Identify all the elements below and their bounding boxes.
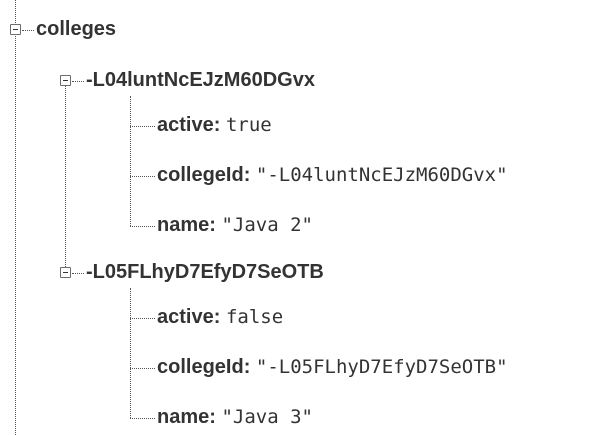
field-key: collegeId: [157,164,256,186]
field-key: name: [157,406,222,428]
tree-guide-line [65,80,66,267]
collapse-toggle-icon[interactable] [60,267,71,278]
node-key-colleges[interactable]: colleges [36,17,116,41]
field-key: collegeId: [157,356,256,378]
field-row-name[interactable]: name: "Java 2" [157,213,313,237]
collapse-toggle-icon[interactable] [10,24,21,35]
tree-guide-line [130,288,131,418]
collapse-toggle-icon[interactable] [60,75,71,86]
tree-connector [72,273,84,274]
tree-connector [22,30,34,31]
tree-connector [130,368,155,369]
field-value[interactable]: "Java 3" [221,406,313,428]
node-key-college-1[interactable]: -L04luntNcEJzM60DGvx [86,68,315,92]
field-key: active: [157,114,226,136]
tree-guide-line [130,96,131,226]
field-row-name[interactable]: name: "Java 3" [157,405,313,429]
field-key: active: [157,306,226,328]
field-value[interactable]: "-L04luntNcEJzM60DGvx" [256,164,508,186]
field-value[interactable]: false [226,306,283,328]
field-value[interactable]: true [226,114,272,136]
node-key-college-2[interactable]: -L05FLhyD7EfyD7SeOTB [86,260,324,284]
tree-connector [130,318,155,319]
field-row-active[interactable]: active: true [157,113,272,137]
tree-connector [72,81,84,82]
tree-guide-line [15,0,16,435]
field-value[interactable]: "-L05FLhyD7EfyD7SeOTB" [256,356,508,378]
field-row-active[interactable]: active: false [157,305,283,329]
tree-connector [130,226,155,227]
tree-connector [130,418,155,419]
field-row-collegeid[interactable]: collegeId: "-L05FLhyD7EfyD7SeOTB" [157,355,508,379]
field-value[interactable]: "Java 2" [221,214,313,236]
tree-connector [130,176,155,177]
tree-connector [130,126,155,127]
field-row-collegeid[interactable]: collegeId: "-L04luntNcEJzM60DGvx" [157,163,508,187]
field-key: name: [157,214,222,236]
